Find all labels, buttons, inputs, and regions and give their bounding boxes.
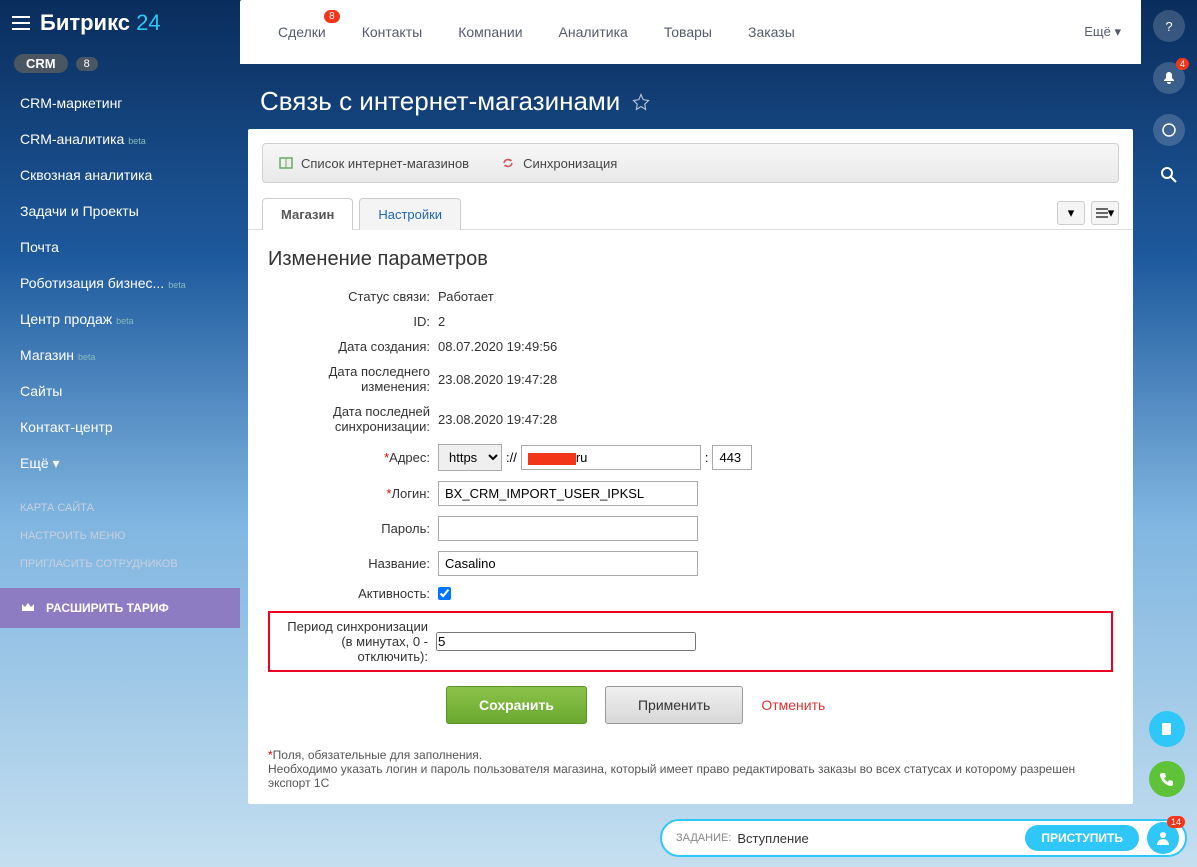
apply-button[interactable]: Применить <box>605 686 743 724</box>
task-label: ЗАДАНИЕ: <box>676 832 731 844</box>
task-start-button[interactable]: ПРИСТУПИТЬ <box>1025 825 1139 851</box>
floating-call-button[interactable] <box>1149 761 1185 797</box>
sidebar-item-4: Почта <box>0 229 240 265</box>
sync-icon <box>501 156 515 170</box>
chat-button[interactable] <box>1153 114 1185 146</box>
label-modified: Дата последнего изменения: <box>268 364 438 394</box>
top-nav: Сделки8КонтактыКомпанииАналитикаТоварыЗа… <box>240 0 1141 64</box>
topnav-item-2[interactable]: Компании <box>440 0 540 64</box>
sidebar-item-7: Магазинbeta <box>0 337 240 373</box>
name-field[interactable] <box>438 551 698 576</box>
main-panel: Список интернет-магазинов Синхронизация … <box>248 129 1133 804</box>
address-domain-field[interactable]: ru <box>521 445 701 470</box>
page-title: Связь с интернет-магазинами <box>260 86 620 117</box>
phone-icon <box>1159 771 1175 787</box>
sidebar-item-3: Задачи и Проекты <box>0 193 240 229</box>
sidebar-item-9: Контакт-центр <box>0 409 240 445</box>
value-modified: 23.08.2020 19:47:28 <box>438 372 557 387</box>
list-icon <box>1096 208 1108 218</box>
label-address: *Адрес: <box>268 450 438 465</box>
sidebar-item-1: CRM-аналитикаbeta <box>0 121 240 157</box>
topnav-item-5[interactable]: Заказы <box>730 0 813 64</box>
label-sync-period: Период синхронизации (в минутах, 0 - отк… <box>274 619 436 664</box>
crm-count-badge: 8 <box>76 57 98 71</box>
task-badge: 14 <box>1167 816 1185 828</box>
tab-list-button[interactable]: ▾ <box>1091 201 1119 225</box>
bell-icon <box>1162 71 1176 85</box>
avatar-icon <box>1154 829 1172 847</box>
sidebar-small-0[interactable]: КАРТА САЙТА <box>0 494 240 522</box>
floating-doc-button[interactable] <box>1149 711 1185 747</box>
notifications-button[interactable]: 4 <box>1153 62 1185 94</box>
sync-period-field[interactable] <box>436 632 696 651</box>
crown-icon <box>20 600 36 616</box>
task-bottom-bar: ЗАДАНИЕ: Вступление ПРИСТУПИТЬ 14 <box>660 819 1187 857</box>
cancel-link[interactable]: Отменить <box>761 697 825 713</box>
search-icon <box>1160 166 1178 184</box>
topnav-item-3[interactable]: Аналитика <box>541 0 646 64</box>
sidebar-item-0: CRM-маркетинг <box>0 85 240 121</box>
crm-pill[interactable]: CRM <box>14 54 68 73</box>
book-icon <box>279 156 293 170</box>
tabs: Магазин Настройки ▾ ▾ <box>248 197 1133 230</box>
label-login: *Логин: <box>268 486 438 501</box>
task-value: Вступление <box>737 831 1025 846</box>
label-active: Активность: <box>268 586 438 601</box>
document-icon <box>1159 721 1175 737</box>
tab-dropdown-button[interactable]: ▾ <box>1057 201 1085 225</box>
value-created: 08.07.2020 19:49:56 <box>438 339 557 354</box>
label-created: Дата создания: <box>268 339 438 354</box>
help-button[interactable]: ? <box>1153 10 1185 42</box>
sidebar-item-8: Сайты <box>0 373 240 409</box>
sidebar-small-2[interactable]: ПРИГЛАСИТЬ СОТРУДНИКОВ <box>0 550 240 578</box>
search-button[interactable] <box>1160 166 1178 187</box>
notifications-badge: 4 <box>1176 58 1189 70</box>
value-id: 2 <box>438 314 445 329</box>
favorite-star-icon[interactable] <box>632 93 650 111</box>
toolbar-sync[interactable]: Синхронизация <box>485 156 633 171</box>
label-synced: Дата последней синхронизации: <box>268 404 438 434</box>
form-heading: Изменение параметров <box>268 248 1113 271</box>
sidebar-item-5: Роботизация бизнес...beta <box>0 265 240 301</box>
tab-settings[interactable]: Настройки <box>359 198 461 230</box>
password-field[interactable] <box>438 516 698 541</box>
save-button[interactable]: Сохранить <box>446 686 587 724</box>
tab-shop[interactable]: Магазин <box>262 198 353 230</box>
toolbar-list-shops[interactable]: Список интернет-магазинов <box>263 156 485 171</box>
address-protocol-select[interactable]: https <box>438 444 502 471</box>
sidebar-item-10: Ещё ▾ <box>0 445 240 482</box>
sidebar: Битрикс 24 CRM 8 CRM-маркетингCRM-аналит… <box>0 0 240 867</box>
task-avatar[interactable]: 14 <box>1147 822 1179 854</box>
value-status: Работает <box>438 289 494 304</box>
menu-icon[interactable] <box>12 16 30 30</box>
value-synced: 23.08.2020 19:47:28 <box>438 412 557 427</box>
sidebar-small-1[interactable]: НАСТРОИТЬ МЕНЮ <box>0 522 240 550</box>
toolbar: Список интернет-магазинов Синхронизация <box>262 143 1119 183</box>
topnav-item-4[interactable]: Товары <box>646 0 730 64</box>
sidebar-item-6: Центр продажbeta <box>0 301 240 337</box>
label-password: Пароль: <box>268 521 438 536</box>
chat-icon <box>1162 123 1176 137</box>
address-port-field[interactable] <box>712 445 752 470</box>
sidebar-item-2: Сквозная аналитика <box>0 157 240 193</box>
topnav-item-1[interactable]: Контакты <box>344 0 440 64</box>
footnote: *Поля, обязательные для заполнения. Необ… <box>248 734 1133 804</box>
expand-tariff-button[interactable]: РАСШИРИТЬ ТАРИФ <box>0 588 240 628</box>
topnav-more[interactable]: Ещё ▾ <box>1084 24 1121 40</box>
topnav-item-0[interactable]: Сделки8 <box>260 0 344 64</box>
login-field[interactable] <box>438 481 698 506</box>
label-name: Название: <box>268 556 438 571</box>
logo[interactable]: Битрикс 24 <box>40 10 161 36</box>
label-id: ID: <box>268 314 438 329</box>
label-status: Статус связи: <box>268 289 438 304</box>
sync-period-highlight: Период синхронизации (в минутах, 0 - отк… <box>268 611 1113 672</box>
active-checkbox[interactable] <box>438 587 451 600</box>
